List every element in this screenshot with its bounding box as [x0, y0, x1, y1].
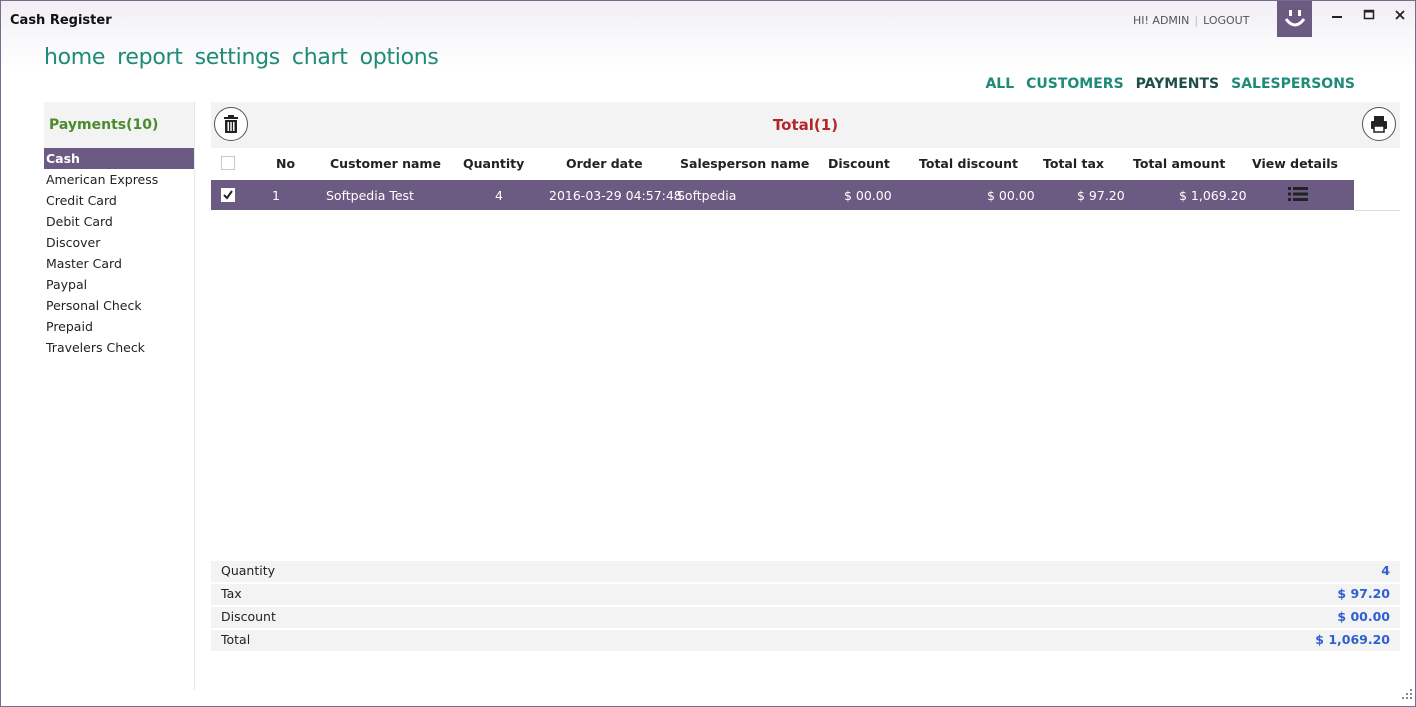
- tab-payments[interactable]: PAYMENTS: [1136, 76, 1219, 92]
- cell-total-tax: $ 97.20: [1077, 188, 1125, 203]
- close-icon[interactable]: [1386, 5, 1414, 25]
- maximize-icon[interactable]: [1355, 5, 1383, 25]
- cell-no: 1: [272, 188, 280, 203]
- user-greeting: HI! ADMIN: [1133, 14, 1190, 27]
- payment-item-american-express[interactable]: American Express: [44, 169, 194, 190]
- tab-salespersons[interactable]: SALESPERSONS: [1231, 76, 1355, 92]
- col-quantity: Quantity: [463, 156, 525, 171]
- minimize-icon[interactable]: [1323, 5, 1351, 25]
- main-nav: home report settings chart options: [44, 45, 439, 70]
- payment-item-cash[interactable]: Cash: [44, 148, 194, 169]
- payment-method-list: Cash American Express Credit Card Debit …: [44, 148, 194, 358]
- summary-value: $ 97.20: [1337, 586, 1390, 601]
- payment-item-master-card[interactable]: Master Card: [44, 253, 194, 274]
- nav-home[interactable]: home: [44, 45, 105, 70]
- row-checkbox[interactable]: [221, 188, 235, 202]
- user-separator: |: [1194, 14, 1199, 27]
- cell-total-amount: $ 1,069.20: [1179, 188, 1247, 203]
- summary-total: Total $ 1,069.20: [211, 630, 1400, 652]
- summary-quantity: Quantity 4: [211, 561, 1400, 583]
- payments-sidebar: Payments(10) Cash American Express Credi…: [44, 102, 195, 690]
- row-divider: [1354, 210, 1400, 211]
- cell-customer-name: Softpedia Test: [326, 188, 414, 203]
- tab-customers[interactable]: CUSTOMERS: [1026, 76, 1124, 92]
- col-discount: Discount: [828, 156, 890, 171]
- summary-label: Tax: [221, 586, 242, 601]
- col-view-details: View details: [1252, 156, 1338, 171]
- payments-title: Payments(10): [44, 102, 194, 148]
- orders-total-title: Total(1): [772, 116, 839, 134]
- payment-item-personal-check[interactable]: Personal Check: [44, 295, 194, 316]
- smiley-icon: [1277, 1, 1312, 37]
- payment-item-credit-card[interactable]: Credit Card: [44, 190, 194, 211]
- app-window: Cash Register HI! ADMIN | LOGOUT home repo…: [0, 0, 1416, 707]
- logout-link[interactable]: LOGOUT: [1203, 14, 1249, 27]
- summary-tax: Tax $ 97.20: [211, 584, 1400, 606]
- summary-label: Quantity: [221, 563, 276, 578]
- col-customer-name: Customer name: [330, 156, 441, 171]
- list-icon[interactable]: [1288, 186, 1308, 205]
- summary-value: $ 1,069.20: [1315, 632, 1390, 647]
- col-no: No: [276, 156, 296, 171]
- window-title: Cash Register: [10, 13, 112, 28]
- cell-salesperson-name: Softpedia: [677, 188, 737, 203]
- summary-label: Discount: [221, 609, 276, 624]
- nav-report[interactable]: report: [117, 45, 183, 70]
- nav-settings[interactable]: settings: [195, 45, 281, 70]
- table-row[interactable]: 1 Softpedia Test 4 2016-03-29 04:57:48 S…: [211, 180, 1354, 210]
- summary-value: $ 00.00: [1337, 609, 1390, 624]
- col-total-amount: Total amount: [1133, 156, 1226, 171]
- payment-item-paypal[interactable]: Paypal: [44, 274, 194, 295]
- printer-icon[interactable]: [1362, 107, 1396, 141]
- resize-grip-icon[interactable]: [1402, 684, 1412, 703]
- payment-item-travelers-check[interactable]: Travelers Check: [44, 337, 194, 358]
- user-area: HI! ADMIN | LOGOUT: [1133, 14, 1249, 27]
- summary-discount: Discount $ 00.00: [211, 607, 1400, 629]
- payment-item-debit-card[interactable]: Debit Card: [44, 211, 194, 232]
- orders-header: Total(1): [211, 102, 1400, 148]
- cell-discount: $ 00.00: [844, 188, 892, 203]
- payment-item-discover[interactable]: Discover: [44, 232, 194, 253]
- nav-chart[interactable]: chart: [292, 45, 348, 70]
- col-total-tax: Total tax: [1043, 156, 1104, 171]
- tab-all[interactable]: ALL: [985, 76, 1014, 92]
- col-order-date: Order date: [566, 156, 643, 171]
- cell-quantity: 4: [495, 188, 503, 203]
- summary-value: 4: [1381, 563, 1390, 578]
- col-total-discount: Total discount: [919, 156, 1018, 171]
- nav-options[interactable]: options: [360, 45, 439, 70]
- table-header: No Customer name Quantity Order date Sal…: [211, 148, 1400, 180]
- summary-label: Total: [221, 632, 251, 647]
- summary-panel: Quantity 4 Tax $ 97.20 Discount $ 00.00 …: [211, 561, 1400, 653]
- col-salesperson-name: Salesperson name: [680, 156, 810, 171]
- filter-tabs: ALL CUSTOMERS PAYMENTS SALESPERSONS: [985, 76, 1355, 92]
- cell-order-date: 2016-03-29 04:57:48: [549, 188, 682, 203]
- payment-item-prepaid[interactable]: Prepaid: [44, 316, 194, 337]
- cell-total-discount: $ 00.00: [987, 188, 1035, 203]
- select-all-checkbox[interactable]: [221, 156, 235, 170]
